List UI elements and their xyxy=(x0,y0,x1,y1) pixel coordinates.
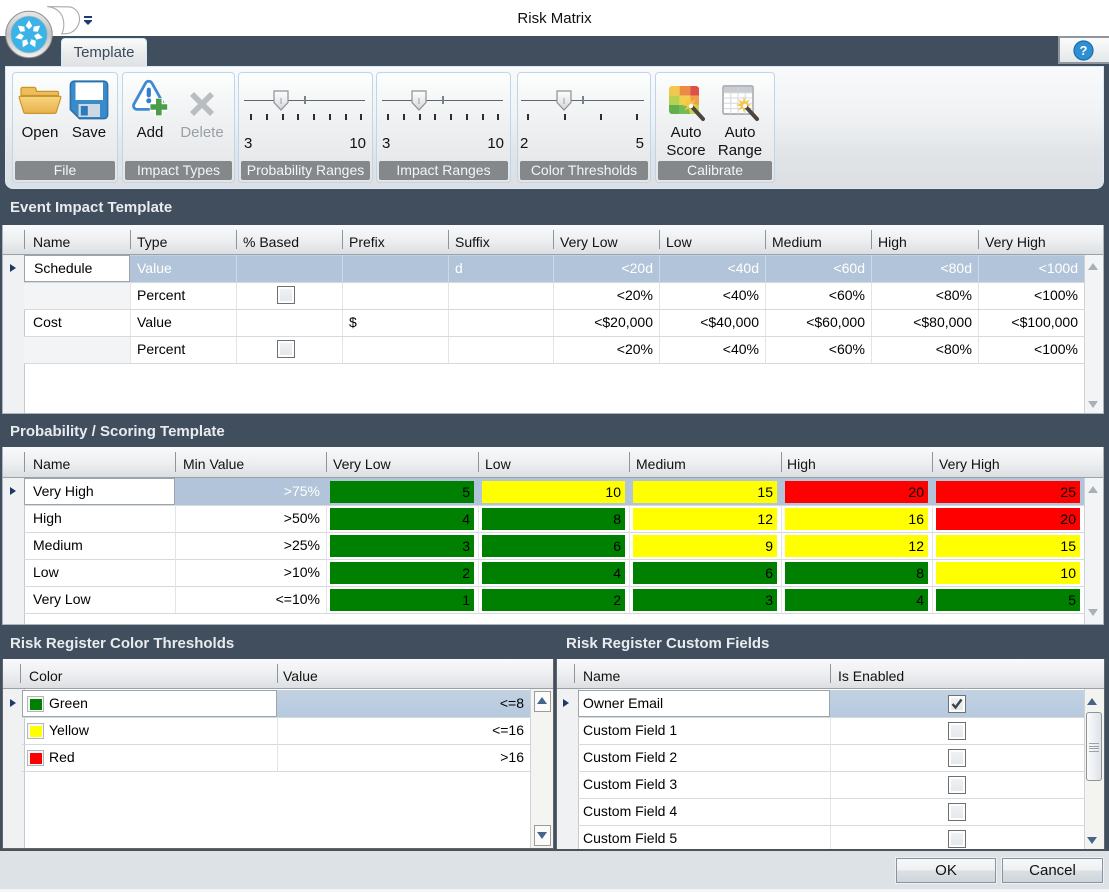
svg-text:?: ? xyxy=(1080,43,1088,58)
